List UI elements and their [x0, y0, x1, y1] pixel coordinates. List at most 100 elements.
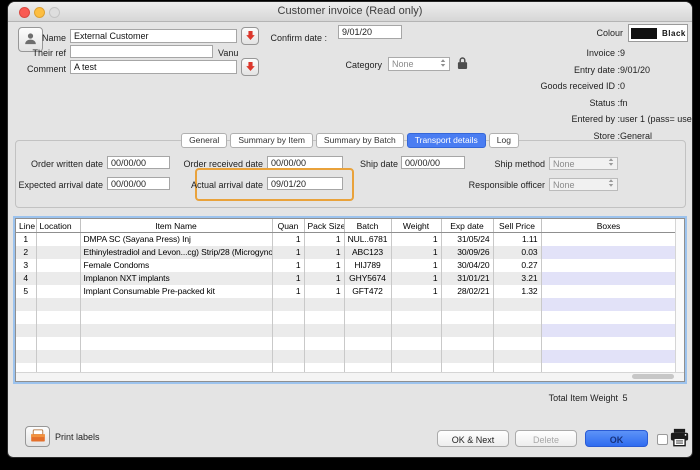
goods-received-id-value: 0 — [620, 81, 625, 91]
table-cell — [541, 350, 676, 363]
table-cell — [304, 311, 344, 324]
delete-button[interactable]: Delete — [515, 430, 577, 447]
comment-label: Comment — [8, 64, 66, 74]
table-cell — [344, 350, 391, 363]
table-cell: 1 — [272, 233, 304, 247]
table-cell — [36, 337, 80, 350]
expected-arrival-date-label: Expected arrival date — [8, 180, 103, 190]
table-cell — [493, 311, 541, 324]
table-cell: 1 — [391, 285, 441, 298]
table-row[interactable] — [16, 324, 676, 337]
column-header[interactable]: Location — [36, 219, 80, 233]
entry-date-label: Entry date — [388, 65, 620, 75]
table-cell — [541, 285, 676, 298]
responsible-officer-select[interactable]: None — [549, 178, 618, 191]
colour-field[interactable]: Black — [628, 24, 688, 42]
table-cell — [36, 350, 80, 363]
column-header[interactable]: Boxes — [541, 219, 676, 233]
tab-transport-details[interactable]: Transport details — [407, 133, 486, 148]
table-cell — [36, 272, 80, 285]
table-cell: 1 — [391, 233, 441, 247]
table-cell — [541, 272, 676, 285]
table-cell — [391, 337, 441, 350]
table-cell — [36, 324, 80, 337]
table-row[interactable]: 4Implanon NXT implants11GHY5674131/01/21… — [16, 272, 676, 285]
table-cell — [541, 298, 676, 311]
tab-general[interactable]: General — [181, 133, 227, 148]
order-written-date-field[interactable]: 00/00/00 — [107, 156, 170, 169]
ship-method-select[interactable]: None — [549, 157, 618, 170]
table-cell — [16, 337, 36, 350]
table-row[interactable]: 2Ethinylestradiol and Levon...cg) Strip/… — [16, 246, 676, 259]
total-item-weight-value: 5 — [622, 393, 627, 403]
tab-summary-by-batch[interactable]: Summary by Batch — [316, 133, 404, 148]
table-row[interactable]: 3Female Condoms11HIJ789130/04/200.27 — [16, 259, 676, 272]
table-cell — [344, 311, 391, 324]
table-cell — [272, 337, 304, 350]
table-cell — [36, 259, 80, 272]
comment-expand-button[interactable] — [241, 58, 259, 76]
ok-button[interactable]: OK — [585, 430, 648, 447]
table-cell: 1 — [272, 246, 304, 259]
table-row[interactable] — [16, 311, 676, 324]
tab-summary-by-item[interactable]: Summary by Item — [230, 133, 313, 148]
table-cell: Ethinylestradiol and Levon...cg) Strip/2… — [80, 246, 272, 259]
table-cell: 1 — [272, 285, 304, 298]
actual-arrival-date-field[interactable]: 09/01/20 — [267, 177, 343, 190]
window-title: Customer invoice (Read only) — [8, 5, 692, 17]
scrollbar-thumb[interactable] — [632, 374, 674, 379]
table-cell — [272, 311, 304, 324]
colour-name: Black — [662, 29, 686, 38]
table-cell — [541, 233, 676, 247]
table-row[interactable]: 5Implant Consumable Pre-packed kit11GFT4… — [16, 285, 676, 298]
ok-and-next-button[interactable]: OK & Next — [437, 430, 509, 447]
table-cell: 30/09/26 — [441, 246, 493, 259]
category-label: Category — [298, 60, 382, 70]
table-cell: DMPA SC (Sayana Press) Inj — [80, 233, 272, 247]
table-cell: 1 — [304, 233, 344, 247]
table-cell: 4 — [16, 272, 36, 285]
table-cell — [344, 324, 391, 337]
table-cell — [441, 337, 493, 350]
expected-arrival-date-label2: Actual arrival date — [168, 180, 263, 190]
table-cell: 0.27 — [493, 259, 541, 272]
column-header[interactable]: Weight — [391, 219, 441, 233]
column-header[interactable]: Line — [16, 219, 36, 233]
printer-icon[interactable] — [669, 428, 690, 452]
table-cell — [391, 298, 441, 311]
horizontal-scrollbar[interactable] — [16, 372, 684, 381]
table-cell — [391, 350, 441, 363]
expected-arrival-date-field[interactable]: 00/00/00 — [107, 177, 170, 190]
table-cell: 30/04/20 — [441, 259, 493, 272]
table-cell — [493, 324, 541, 337]
table-row[interactable] — [16, 298, 676, 311]
table-cell — [272, 298, 304, 311]
comment-input[interactable] — [70, 60, 237, 74]
name-input[interactable] — [70, 29, 237, 43]
their-ref-input[interactable] — [70, 45, 213, 58]
table-cell — [441, 311, 493, 324]
table-cell — [541, 246, 676, 259]
invoice-lines-table: LineLocationItem NameQuanPack SizeBatchW… — [13, 216, 687, 384]
table-cell — [344, 298, 391, 311]
entry-date-value: 9/01/20 — [620, 65, 650, 75]
column-header[interactable]: Batch — [344, 219, 391, 233]
print-checkbox[interactable] — [657, 434, 668, 445]
column-header[interactable]: Pack Size — [304, 219, 344, 233]
column-header[interactable]: Quan — [272, 219, 304, 233]
column-header[interactable]: Sell Price — [493, 219, 541, 233]
table-cell: 3 — [16, 259, 36, 272]
table-row[interactable]: 1DMPA SC (Sayana Press) Inj11NUL..678113… — [16, 233, 676, 247]
vertical-scrollbar[interactable] — [675, 219, 684, 373]
table-cell — [441, 298, 493, 311]
table-row[interactable] — [16, 337, 676, 350]
print-labels-button[interactable] — [25, 426, 50, 447]
column-header[interactable]: Exp date — [441, 219, 493, 233]
tab-log[interactable]: Log — [489, 133, 519, 148]
table-row[interactable] — [16, 350, 676, 363]
table-cell — [16, 311, 36, 324]
red-down-arrow-icon — [245, 60, 256, 75]
column-header[interactable]: Item Name — [80, 219, 272, 233]
print-labels-label: Print labels — [55, 432, 100, 442]
table-cell — [36, 285, 80, 298]
